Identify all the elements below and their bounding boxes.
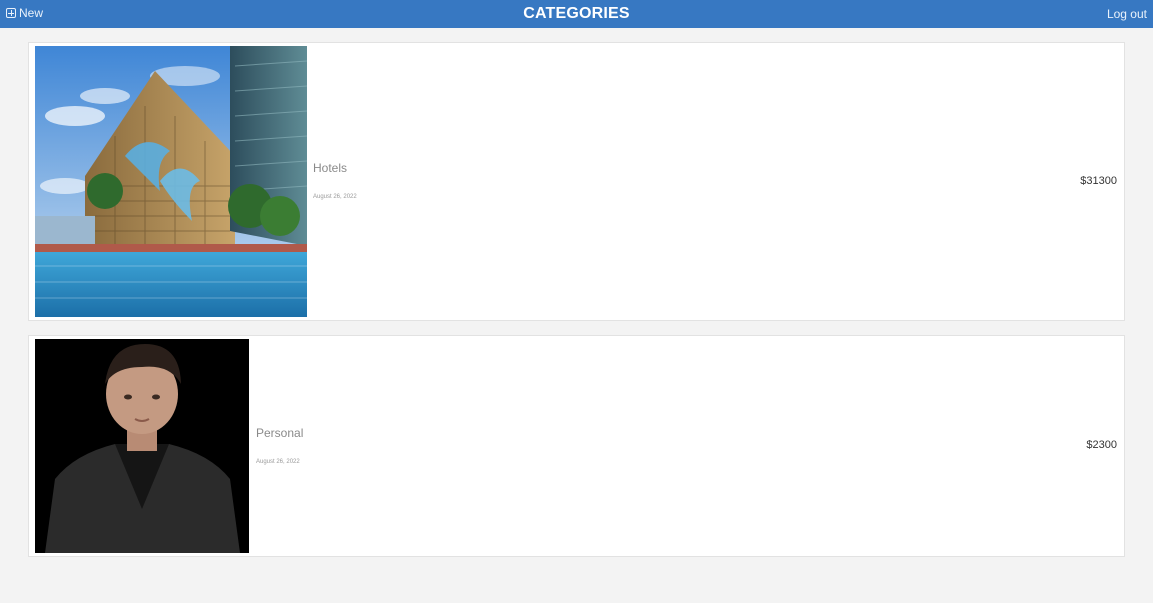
category-card-personal[interactable]: Personal August 26, 2022 $2300 [28,335,1125,557]
category-amount: $31300 [1080,175,1117,187]
page-title: CATEGORIES [523,5,630,22]
logout-button[interactable]: Log out [1107,7,1147,21]
category-image-personal [35,339,249,553]
top-navbar: New CATEGORIES Log out [0,0,1153,28]
category-card-hotels[interactable]: Hotels August 26, 2022 $31300 [28,42,1125,321]
category-image-hotels [35,46,307,317]
category-date: August 26, 2022 [313,194,357,200]
category-date: August 26, 2022 [256,459,300,465]
category-name: Hotels [313,161,348,175]
category-amount: $2300 [1086,439,1117,451]
category-name: Personal [256,426,304,440]
